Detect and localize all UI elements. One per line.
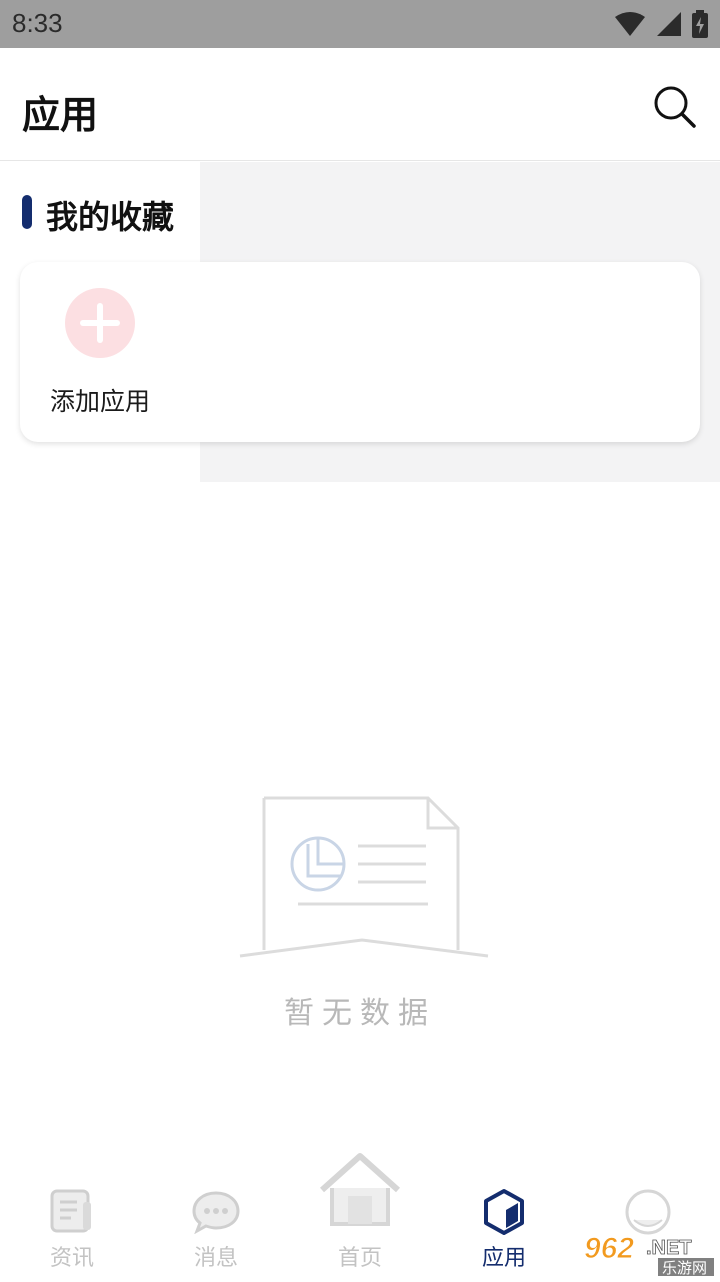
page-title: 应用 (22, 93, 99, 137)
search-icon (654, 86, 696, 128)
signal-icon (657, 12, 681, 36)
add-circle (65, 288, 135, 358)
svg-text:乐游网: 乐游网 (662, 1259, 707, 1277)
cube-icon (484, 1189, 524, 1235)
status-icons (614, 10, 708, 38)
add-app-label: 添加应用 (49, 387, 150, 416)
wifi-icon (615, 12, 645, 36)
search-button[interactable] (652, 84, 698, 130)
status-time: 8:33 (12, 8, 63, 38)
tab-messages[interactable]: 消息 (161, 1148, 271, 1280)
site-watermark-logo: 962 .NET 乐游网 (582, 1230, 716, 1278)
battery-icon (692, 10, 708, 38)
add-app-button[interactable]: 添加应用 (48, 288, 152, 418)
tab-apps[interactable]: 应用 (449, 1148, 559, 1280)
section-title: 我的收藏 (46, 198, 175, 236)
tab-label: 首页 (337, 1246, 382, 1271)
tab-news[interactable]: 资讯 (17, 1148, 127, 1280)
svg-text:962: 962 (584, 1232, 634, 1265)
empty-document-icon (236, 792, 490, 962)
profile-icon (625, 1189, 671, 1235)
svg-text:.NET: .NET (646, 1237, 692, 1259)
plus-icon (80, 303, 120, 343)
app-header: 应用 (0, 48, 720, 161)
empty-state-text: 暂无数据 (284, 996, 436, 1031)
favorites-card: 添加应用 (20, 262, 700, 442)
tab-home[interactable]: 首页 (305, 1148, 415, 1280)
home-icon (319, 1153, 401, 1226)
section-accent-bar (22, 195, 32, 229)
tab-label: 资讯 (49, 1246, 94, 1271)
news-icon (50, 1189, 91, 1233)
chat-bubble-icon (192, 1191, 240, 1234)
tab-label: 应用 (481, 1246, 526, 1271)
tab-label: 消息 (193, 1246, 238, 1271)
status-bar: 8:33 (0, 0, 720, 48)
